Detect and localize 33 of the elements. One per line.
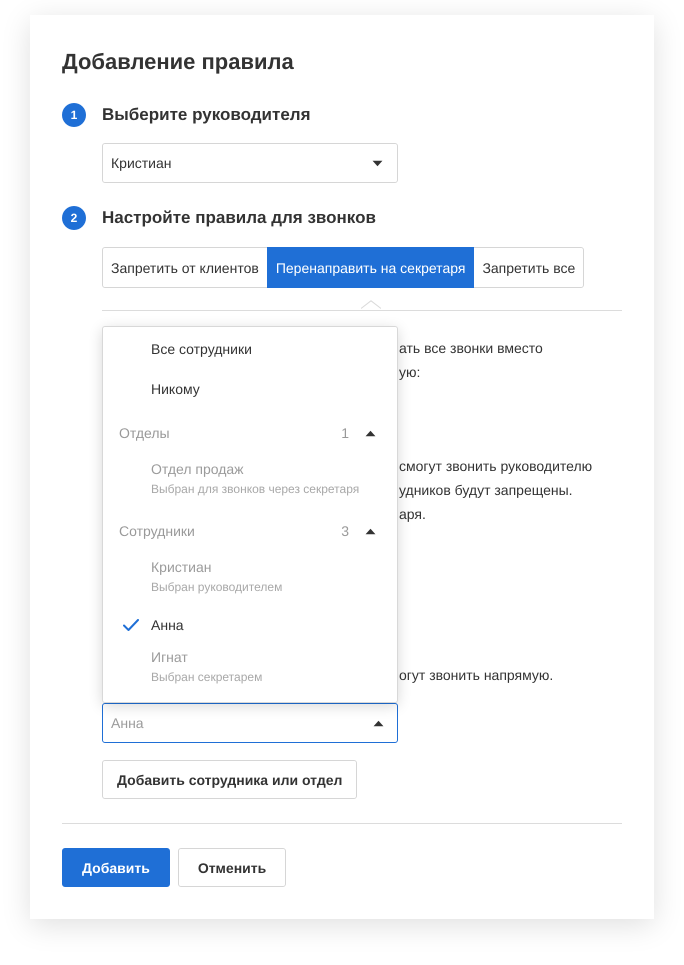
check-icon xyxy=(123,619,139,631)
add-employee-button[interactable]: Добавить сотрудника или отдел xyxy=(102,760,358,799)
group-count: 1 xyxy=(341,425,349,441)
menu-option[interactable]: Анна xyxy=(103,605,397,645)
step-title: Выберите руководителя xyxy=(102,104,310,126)
rule-tab[interactable]: Запретить от клиентов xyxy=(102,247,268,288)
option-note: Выбран секретарем xyxy=(151,669,262,685)
group-label: Отделы xyxy=(119,425,171,441)
cancel-button[interactable]: Отменить xyxy=(178,848,286,887)
description-text: аря. xyxy=(399,506,426,522)
submit-button[interactable]: Добавить xyxy=(62,848,170,887)
description-text: удников будут запрещены. xyxy=(399,482,573,498)
menu-option[interactable]: Никому xyxy=(103,369,397,409)
menu-option[interactable]: Все сотрудники xyxy=(103,329,397,369)
description-text: ую: xyxy=(399,364,420,380)
option-note: Выбран руководителем xyxy=(151,579,282,595)
caret-up-icon[interactable] xyxy=(365,430,376,436)
step-number: 2 xyxy=(62,206,86,230)
description-text: огут звонить напрямую. xyxy=(399,667,554,683)
caret-up-icon[interactable] xyxy=(365,528,376,534)
description-text: смогут звонить руководителю xyxy=(399,458,592,474)
manager-select[interactable]: Кристиан xyxy=(102,143,398,183)
group-label: Сотрудники xyxy=(119,523,196,539)
dialog-title: Добавление правила xyxy=(62,48,295,76)
rule-tab[interactable]: Запретить все xyxy=(473,247,584,288)
description-text: ать все звонки вместо xyxy=(399,340,543,356)
step-number: 1 xyxy=(62,103,86,127)
group-count: 3 xyxy=(341,523,349,539)
caret-down-icon xyxy=(372,160,383,166)
option-note: Выбран для звонков через секретаря xyxy=(151,481,360,497)
caret-up-icon xyxy=(373,720,384,727)
employee-search-field[interactable]: Анна xyxy=(102,703,398,743)
step-title: Настройте правила для звонков xyxy=(102,207,376,229)
